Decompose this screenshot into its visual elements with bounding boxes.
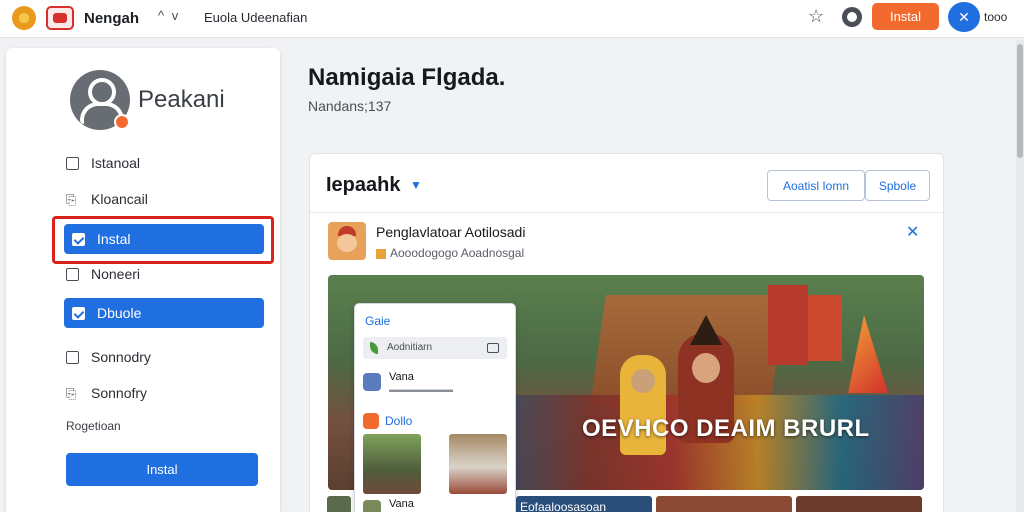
chevron-down-icon[interactable]: ▼: [410, 178, 422, 192]
close-icon[interactable]: ✕: [906, 222, 919, 242]
sidebar-item-5[interactable]: Sonnodry: [66, 347, 151, 367]
popup-header: Gaie: [365, 314, 391, 328]
sidebar-item-label: Istanoal: [91, 155, 141, 171]
secondary-outline-button[interactable]: Spbole: [865, 170, 930, 201]
popup-user-name: Vana: [389, 371, 414, 383]
sidebar: Peakani Istanoal ⎘ Kloancail Instal None…: [6, 48, 280, 512]
sidebar-item-label: Dbuole: [97, 305, 142, 321]
popup-search-field[interactable]: Aodnitiarn: [363, 337, 507, 359]
popup-user-row[interactable]: Vana: [363, 498, 509, 512]
page-title: Namigaia Flgada.: [308, 64, 506, 91]
checkbox-icon[interactable]: [66, 156, 79, 170]
nav-arrows-icon[interactable]: ^ v: [158, 8, 180, 23]
sidebar-caption: Rogetioan: [66, 419, 121, 433]
camera-icon[interactable]: [487, 343, 499, 353]
post-avatar[interactable]: [328, 222, 366, 260]
document-icon: ⎘: [66, 385, 77, 401]
popup-field-text: Aodnitiarn: [387, 342, 433, 353]
scrollbar-thumb[interactable]: [1017, 44, 1023, 158]
popup-thumbnail[interactable]: [363, 434, 421, 494]
thumbnail[interactable]: [656, 496, 792, 512]
sidebar-item-label: Noneeri: [91, 266, 141, 282]
sidebar-item-label: Kloancail: [91, 191, 148, 207]
tag-icon: [376, 248, 386, 259]
divider: [310, 212, 943, 213]
status-badge: [114, 114, 130, 130]
sidebar-item-label: Sonnodry: [91, 349, 151, 365]
sidebar-item-6[interactable]: ⎘ Sonnofry: [66, 383, 147, 403]
sidebar-install-button[interactable]: Instal: [66, 453, 258, 486]
primary-outline-button[interactable]: Aoatisl Iomn: [767, 170, 865, 201]
sidebar-item-label: Sonnofry: [91, 385, 148, 401]
card-heading[interactable]: Iepaahk: [326, 174, 400, 197]
page-subtitle: Nandans;137: [308, 98, 392, 114]
hero-caption: OEVHCO DEAIM BRURL: [582, 415, 870, 442]
user-avatar[interactable]: ✕: [948, 2, 980, 32]
popup-user-row[interactable]: Vana ▬▬▬▬▬▬▬▬: [363, 371, 509, 395]
top-bar: Nengah ^ v Euola Udeenafian ☆ Instal ✕ t…: [0, 0, 1024, 38]
post-title[interactable]: Penglavlatoar Aotilosadi: [376, 224, 525, 240]
popup-user-sub: ▬▬▬▬▬▬▬▬: [389, 385, 453, 394]
checkbox-checked-icon[interactable]: [72, 306, 85, 320]
sidebar-item-2[interactable]: ⎘ Kloancail: [66, 189, 148, 209]
section-icon: [363, 413, 379, 429]
star-icon[interactable]: ☆: [808, 6, 824, 27]
flag-shape: [848, 315, 888, 393]
app-title: Nengah: [84, 10, 140, 27]
thumbnail[interactable]: [327, 496, 351, 512]
highlight-frame: [52, 216, 274, 264]
thumbnail[interactable]: [796, 496, 922, 512]
popup-section-label: Dollo: [385, 414, 413, 428]
popup-section[interactable]: Dollo: [363, 413, 412, 429]
avatar: [363, 373, 381, 391]
sidebar-item-dbuole[interactable]: Dbuole: [64, 298, 264, 328]
sidebar-item-1[interactable]: Istanoal: [66, 153, 140, 173]
sun-logo-icon: [12, 6, 36, 30]
user-name[interactable]: tooo: [984, 10, 1007, 24]
banner-shape: [808, 295, 842, 361]
thumbnail-label: Eofaaloosasoan: [520, 500, 607, 512]
checkbox-icon[interactable]: [66, 350, 79, 364]
chat-icon[interactable]: [842, 7, 862, 27]
app-logo-icon: [46, 6, 74, 30]
popup-thumbnail[interactable]: [449, 434, 507, 494]
sidebar-item-3[interactable]: Noneeri: [66, 264, 140, 284]
profile-name: Peakani: [138, 86, 225, 113]
document-icon: ⎘: [66, 191, 77, 207]
post-meta-text: Aooodogogo Aoadnosgal: [390, 246, 525, 260]
avatar: [363, 500, 381, 512]
share-popup: Gaie Aodnitiarn Vana ▬▬▬▬▬▬▬▬ Dollo Vana: [354, 303, 516, 512]
checkbox-icon[interactable]: [66, 267, 79, 281]
popup-user-name: Vana: [389, 498, 414, 510]
leaf-icon: [370, 342, 378, 354]
nav-link[interactable]: Euola Udeenafian: [204, 10, 307, 25]
banner-shape: [768, 285, 808, 365]
install-button[interactable]: Instal: [872, 3, 939, 30]
post-meta: Aooodogogo Aoadnosgal: [376, 246, 524, 260]
